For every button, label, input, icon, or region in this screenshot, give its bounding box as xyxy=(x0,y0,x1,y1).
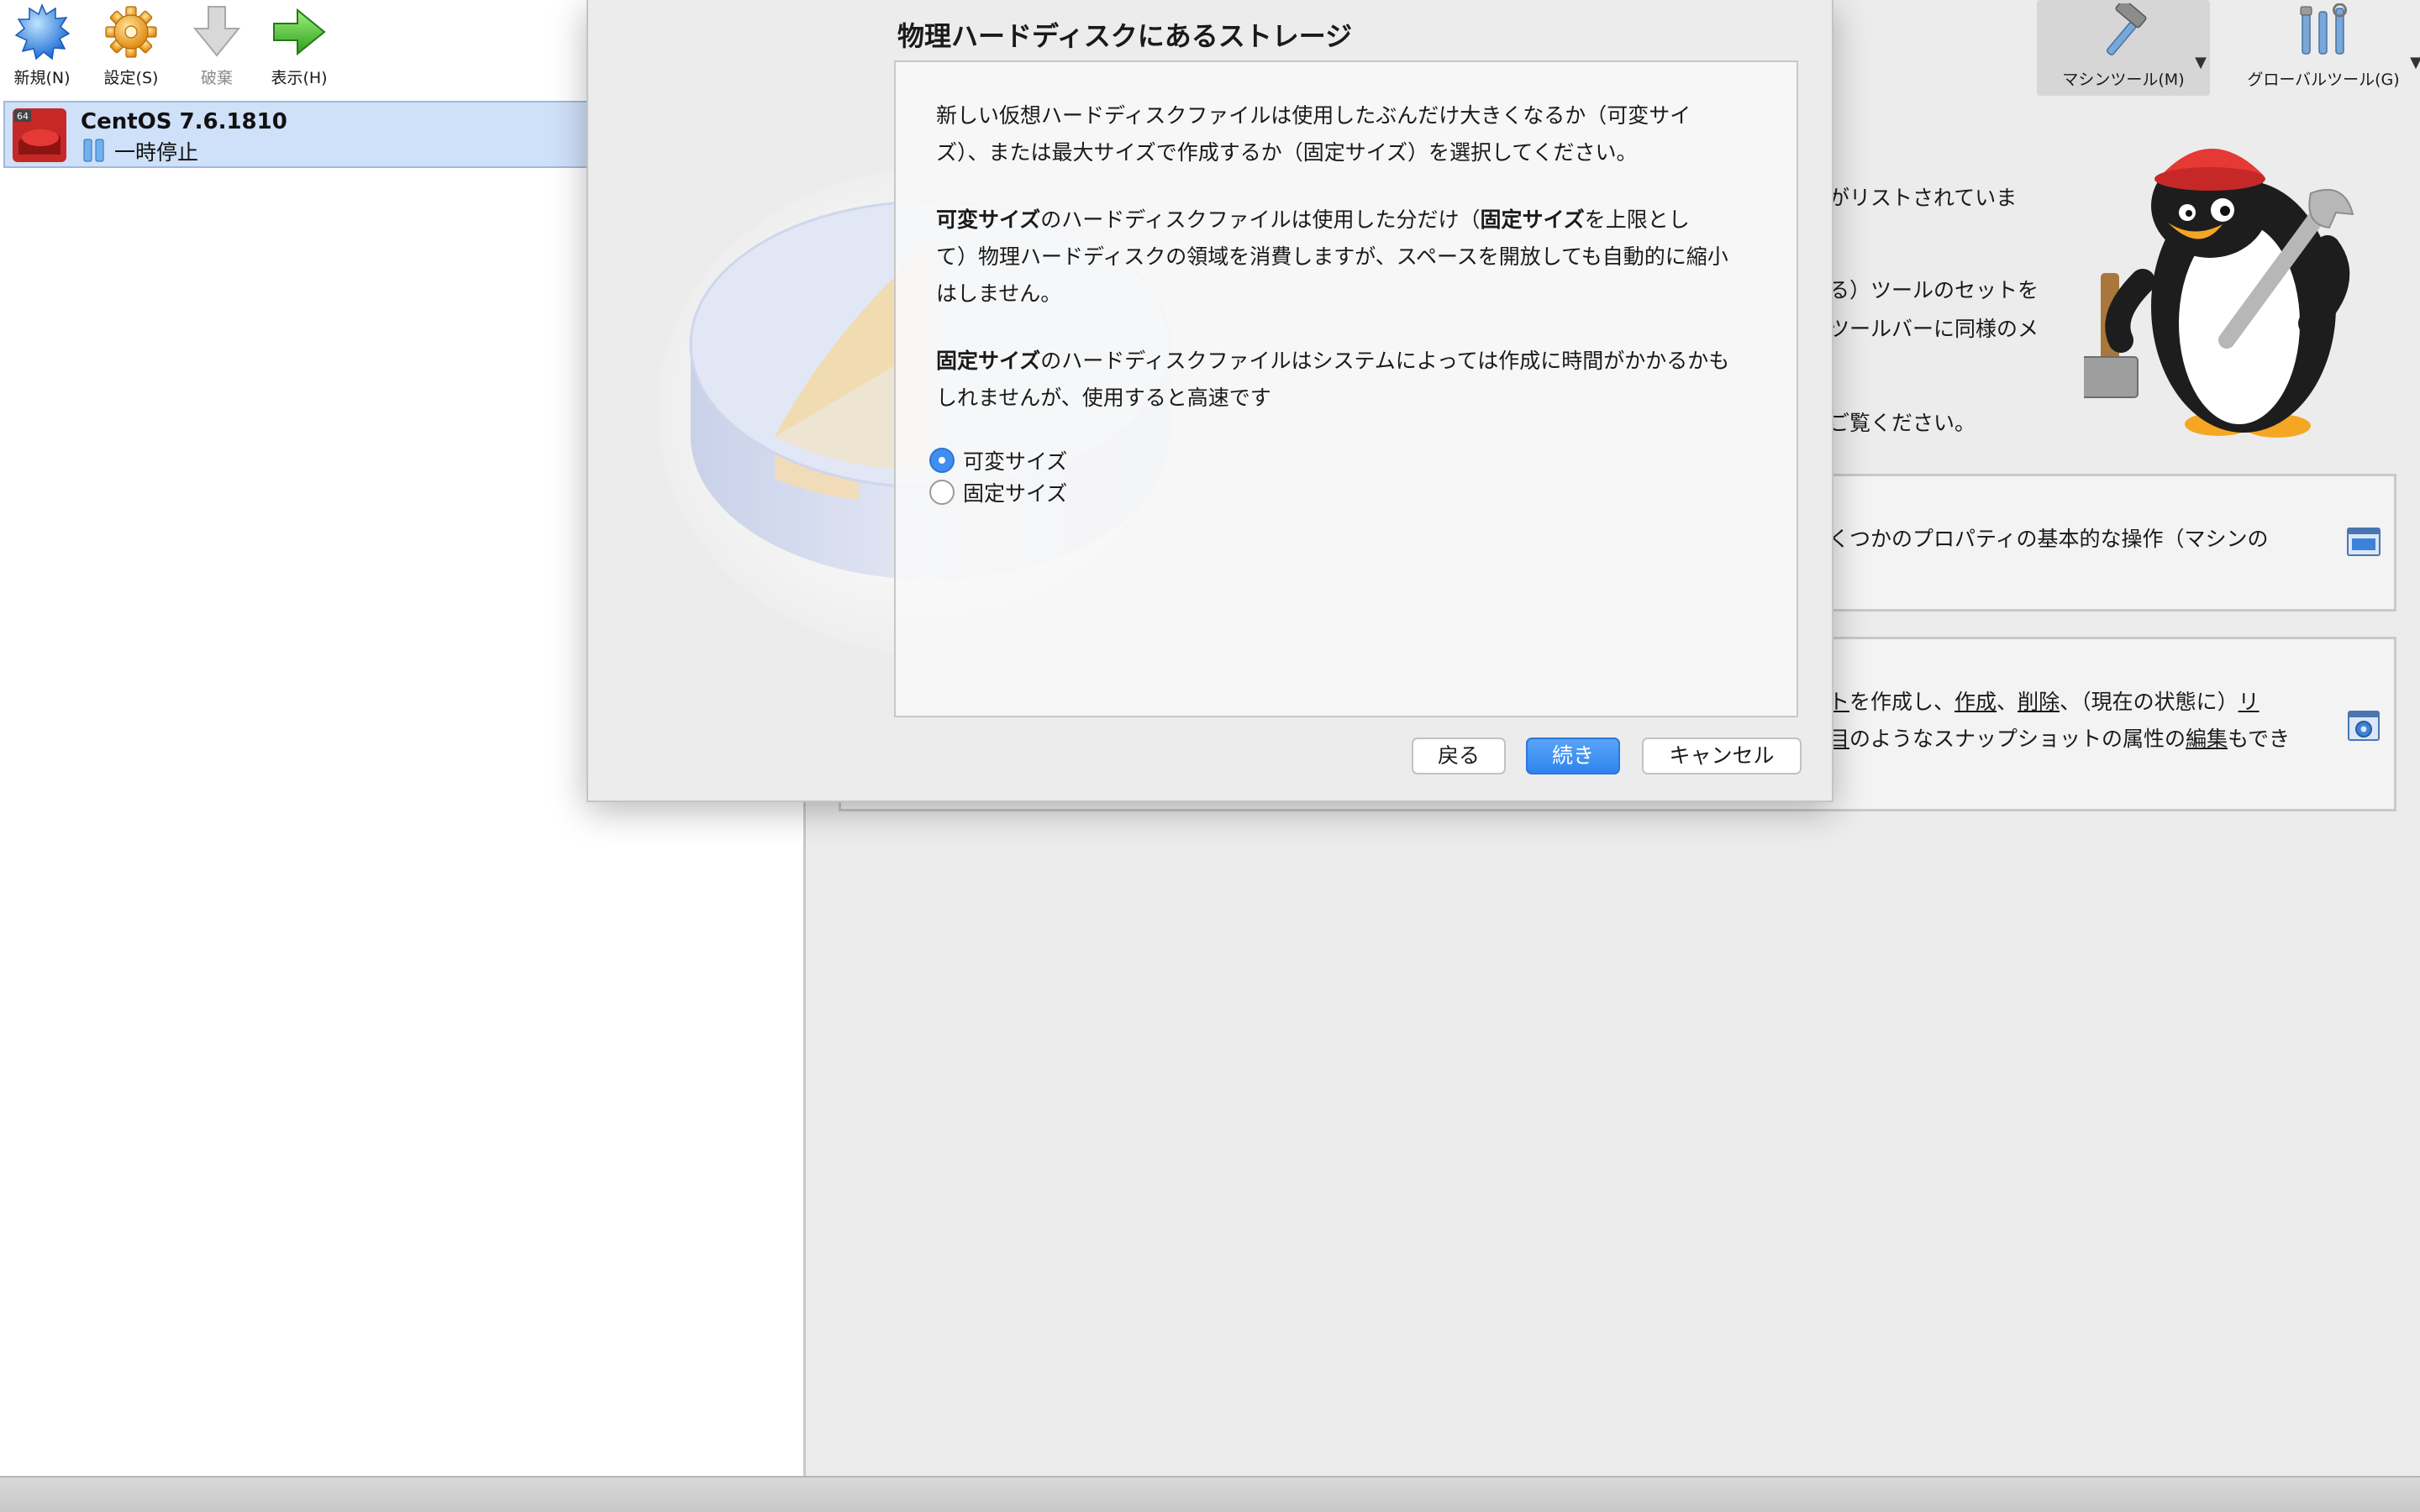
fixed-line-1: 固定サイズのハードディスクファイルはシステムによっては作成に時間がかかるかも xyxy=(936,343,1768,380)
restore-prefix-text: 、（現在の状態に） xyxy=(2060,690,2238,714)
storage-on-physical-disk-dialog: 物理ハードディスクにあるストレージ 新しい仮想ハードディスクファイルは使用したぶ… xyxy=(587,0,1833,802)
snapshots-text-fragment: を作成し、 xyxy=(1849,690,1955,714)
continue-button[interactable]: 続き xyxy=(1526,738,1620,774)
create-link[interactable]: 作成 xyxy=(1954,690,1996,714)
settings-button-label: 設定(S) xyxy=(103,69,159,87)
dynamic-size-option[interactable]: 可変サイズ xyxy=(929,445,1067,475)
machine-tools-button[interactable]: マシンツール(M) ▼ xyxy=(2037,0,2210,96)
dynamic-text-1: のハードディスクファイルは使用した分だけ（ xyxy=(1040,207,1481,232)
attributes-suffix-text: もでき xyxy=(2228,727,2291,751)
dynamic-bold-term: 可変サイズ xyxy=(936,207,1041,232)
snapshots-card-text-line-1: トを作成し、作成、削除、（現在の状態に）リ xyxy=(1828,685,2260,716)
welcome-text-line-1: がリストされていま xyxy=(1828,186,2018,210)
vm-name: CentOS 7.6.1810 xyxy=(81,109,287,134)
dynamic-size-radio[interactable] xyxy=(929,448,955,473)
hammer-icon xyxy=(2106,3,2147,56)
edit-link[interactable]: 編集 xyxy=(2186,727,2228,751)
dialog-content-panel: 新しい仮想ハードディスクファイルは使用したぶんだけ大きくなるか（可変サイ ズ）、… xyxy=(894,60,1798,717)
discard-arrow-down-icon xyxy=(192,6,241,57)
delete-link[interactable]: 削除 xyxy=(2018,690,2060,714)
fixed-size-label[interactable]: 固定サイズ xyxy=(963,477,1067,507)
paused-state-icon xyxy=(83,139,104,162)
main-toolbar: 新規(N) 設定(S) 破棄 表示(H) xyxy=(0,0,588,97)
snapshots-card-text-line-2: 目のようなスナップショットの属性の編集もでき xyxy=(1828,722,2290,753)
fixed-line-2: しれませんが、使用すると高速です xyxy=(936,386,1271,410)
show-button[interactable]: 表示(H) xyxy=(257,3,341,88)
fixed-size-paragraph: 固定サイズのハードディスクファイルはシステムによっては作成に時間がかかるかも し… xyxy=(936,343,1768,417)
welcome-text-line-4: ご覧ください。 xyxy=(1828,411,1976,435)
global-tools-label: グローバルツール(G) xyxy=(2247,71,2400,89)
back-button[interactable]: 戻る xyxy=(1412,738,1506,774)
restore-link[interactable]: リ xyxy=(2238,690,2260,714)
global-tools-button[interactable]: グローバルツール(G) ▼ xyxy=(2227,0,2420,96)
show-arrow-right-icon xyxy=(273,8,326,56)
new-button[interactable]: 新規(N) xyxy=(0,3,84,88)
discard-button-label: 破棄 xyxy=(200,69,233,87)
separator-text: 、 xyxy=(1996,690,2018,714)
intro-line-1: 新しい仮想ハードディスクファイルは使用したぶんだけ大きくなるか（可変サイ xyxy=(936,103,1691,128)
global-tools-dropdown-icon[interactable]: ▼ xyxy=(2410,54,2420,71)
vm-list-item[interactable]: 64 CentOS 7.6.1810 一時停止 xyxy=(3,101,592,168)
show-button-label: 表示(H) xyxy=(271,69,328,87)
dynamic-size-label[interactable]: 可変サイズ xyxy=(963,445,1067,475)
details-window-icon xyxy=(2347,528,2381,556)
welcome-text-line-2: る）ツールのセットを xyxy=(1828,278,2039,302)
dynamic-line-3: はしません。 xyxy=(936,281,1062,306)
machine-tools-dropdown-icon[interactable]: ▼ xyxy=(2195,54,2207,71)
fixed-text-1: のハードディスクファイルはシステムによっては作成に時間がかかるかも xyxy=(1040,349,1730,373)
dynamic-line-2: て）物理ハードディスクの領域を消費しますが、スペースを開放しても自動的に縮小 xyxy=(936,244,1728,269)
dynamic-line-1: 可変サイズのハードディスクファイルは使用した分だけ（固定サイズを上限とし xyxy=(936,202,1768,239)
fixed-bold-term-inline: 固定サイズ xyxy=(1480,207,1585,232)
snapshot-camera-icon xyxy=(2348,711,2380,741)
penguin-mascot-image xyxy=(2084,148,2354,438)
dynamic-text-2: を上限とし xyxy=(1584,207,1690,232)
discard-button[interactable]: 破棄 xyxy=(175,3,259,88)
machine-tools-label: マシンツール(M) xyxy=(2062,71,2185,89)
vm-arch-badge: 64 xyxy=(17,111,29,122)
attributes-text: のようなスナップショットの属性の xyxy=(1849,727,2186,751)
global-tools-icon xyxy=(2300,3,2347,55)
fixed-size-option[interactable]: 固定サイズ xyxy=(929,477,1067,507)
fixed-size-radio[interactable] xyxy=(929,480,955,505)
new-starburst-icon xyxy=(14,3,71,60)
dialog-title: 物理ハードディスクにあるストレージ xyxy=(897,20,1353,52)
cancel-button[interactable]: キャンセル xyxy=(1642,738,1802,774)
status-bar xyxy=(0,1476,2420,1512)
fixed-bold-term: 固定サイズ xyxy=(936,349,1041,373)
welcome-text-line-3: ツールバーに同様のメ xyxy=(1828,317,2039,341)
vm-state: 一時停止 xyxy=(114,140,199,165)
vm-os-logo-icon: 64 xyxy=(13,108,66,162)
settings-button[interactable]: 設定(S) xyxy=(89,3,173,88)
new-button-label: 新規(N) xyxy=(13,69,71,87)
intro-paragraph: 新しい仮想ハードディスクファイルは使用したぶんだけ大きくなるか（可変サイ ズ）、… xyxy=(936,97,1768,171)
details-card-text: くつかのプロパティの基本的な操作（マシンの xyxy=(1828,527,2269,551)
dynamic-size-paragraph: 可変サイズのハードディスクファイルは使用した分だけ（固定サイズを上限とし て）物… xyxy=(936,202,1768,312)
intro-line-2: ズ）、または最大サイズで作成するか（固定サイズ）を選択してください。 xyxy=(936,140,1638,165)
gear-icon xyxy=(105,6,157,58)
